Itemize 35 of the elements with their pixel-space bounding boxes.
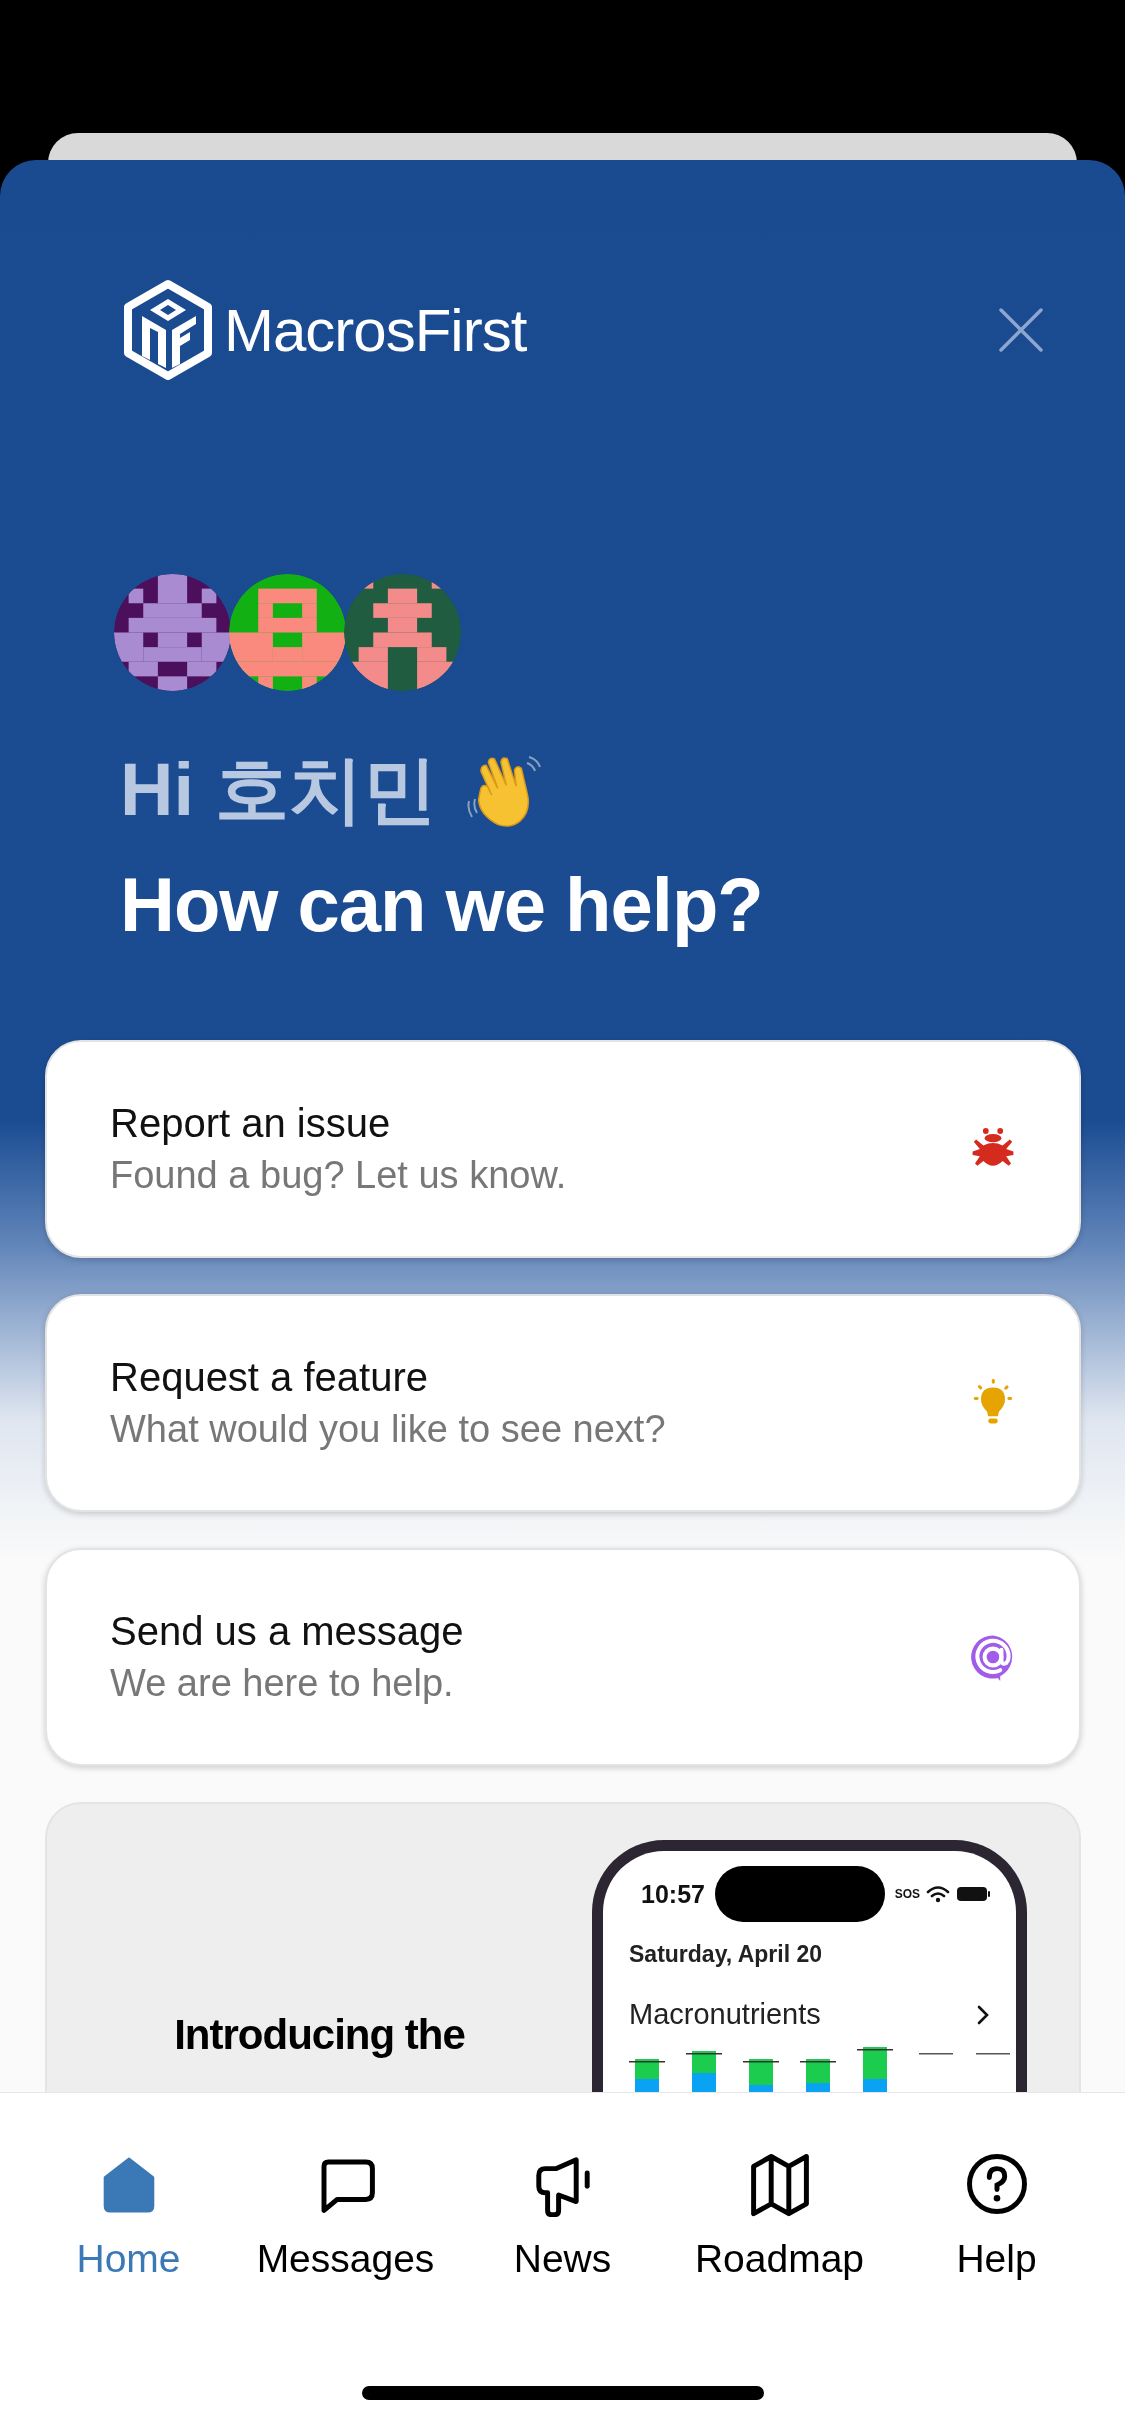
tab[interactable]: Help	[888, 2151, 1105, 2281]
promo-title: Introducing the	[174, 2010, 465, 2060]
tab[interactable]: Home	[20, 2151, 237, 2281]
headline: How can we help?	[119, 861, 764, 948]
stacked-bar	[857, 2047, 893, 2092]
phone-date: Saturday, April 20	[629, 1941, 823, 1968]
card-title: Request a feature	[110, 1355, 429, 1400]
close-button[interactable]	[997, 306, 1045, 354]
card-subtitle: Found a bug? Let us know.	[110, 1154, 567, 1197]
action-card[interactable]: Request a feature What would you like to see next?	[45, 1294, 1081, 1512]
greeting-text: Hi 호치민	[120, 747, 437, 833]
stacked-bar	[743, 2059, 779, 2092]
card-title: Send us a message	[110, 1609, 464, 1654]
stacked-bar	[686, 2051, 722, 2092]
close-icon	[997, 306, 1045, 354]
stacked-bar	[629, 2059, 665, 2092]
stacked-bar	[800, 2059, 836, 2092]
sos-label: SOS	[894, 1887, 920, 1901]
card-subtitle: What would you like to see next?	[110, 1408, 666, 1451]
chevron-icon	[976, 2004, 990, 2025]
battery-icon	[956, 1886, 990, 1902]
card-subtitle: We are here to help.	[110, 1662, 455, 1705]
card-title: Report an issue	[110, 1101, 392, 1146]
phone-section-title: Macronutrients	[629, 1998, 821, 2031]
tab[interactable]: Roadmap	[671, 2151, 888, 2281]
action-card[interactable]: Report an issue Found a bug? Let us know.	[45, 1040, 1081, 1258]
promo-card[interactable]: Introducing the 10:57 SOS Saturday, April 20 Macronutrients	[45, 1802, 1081, 2092]
target-line	[976, 2053, 1010, 2055]
logo-text: MacrosFirst	[224, 295, 527, 365]
target-line	[919, 2053, 953, 2055]
tab[interactable]: Messages	[237, 2151, 454, 2281]
phone-time: 10:57	[640, 1879, 705, 1909]
action-card[interactable]: Send us a message We are here to help.	[45, 1548, 1081, 1766]
wifi-icon	[926, 1884, 950, 1904]
tab[interactable]: News	[454, 2151, 671, 2281]
